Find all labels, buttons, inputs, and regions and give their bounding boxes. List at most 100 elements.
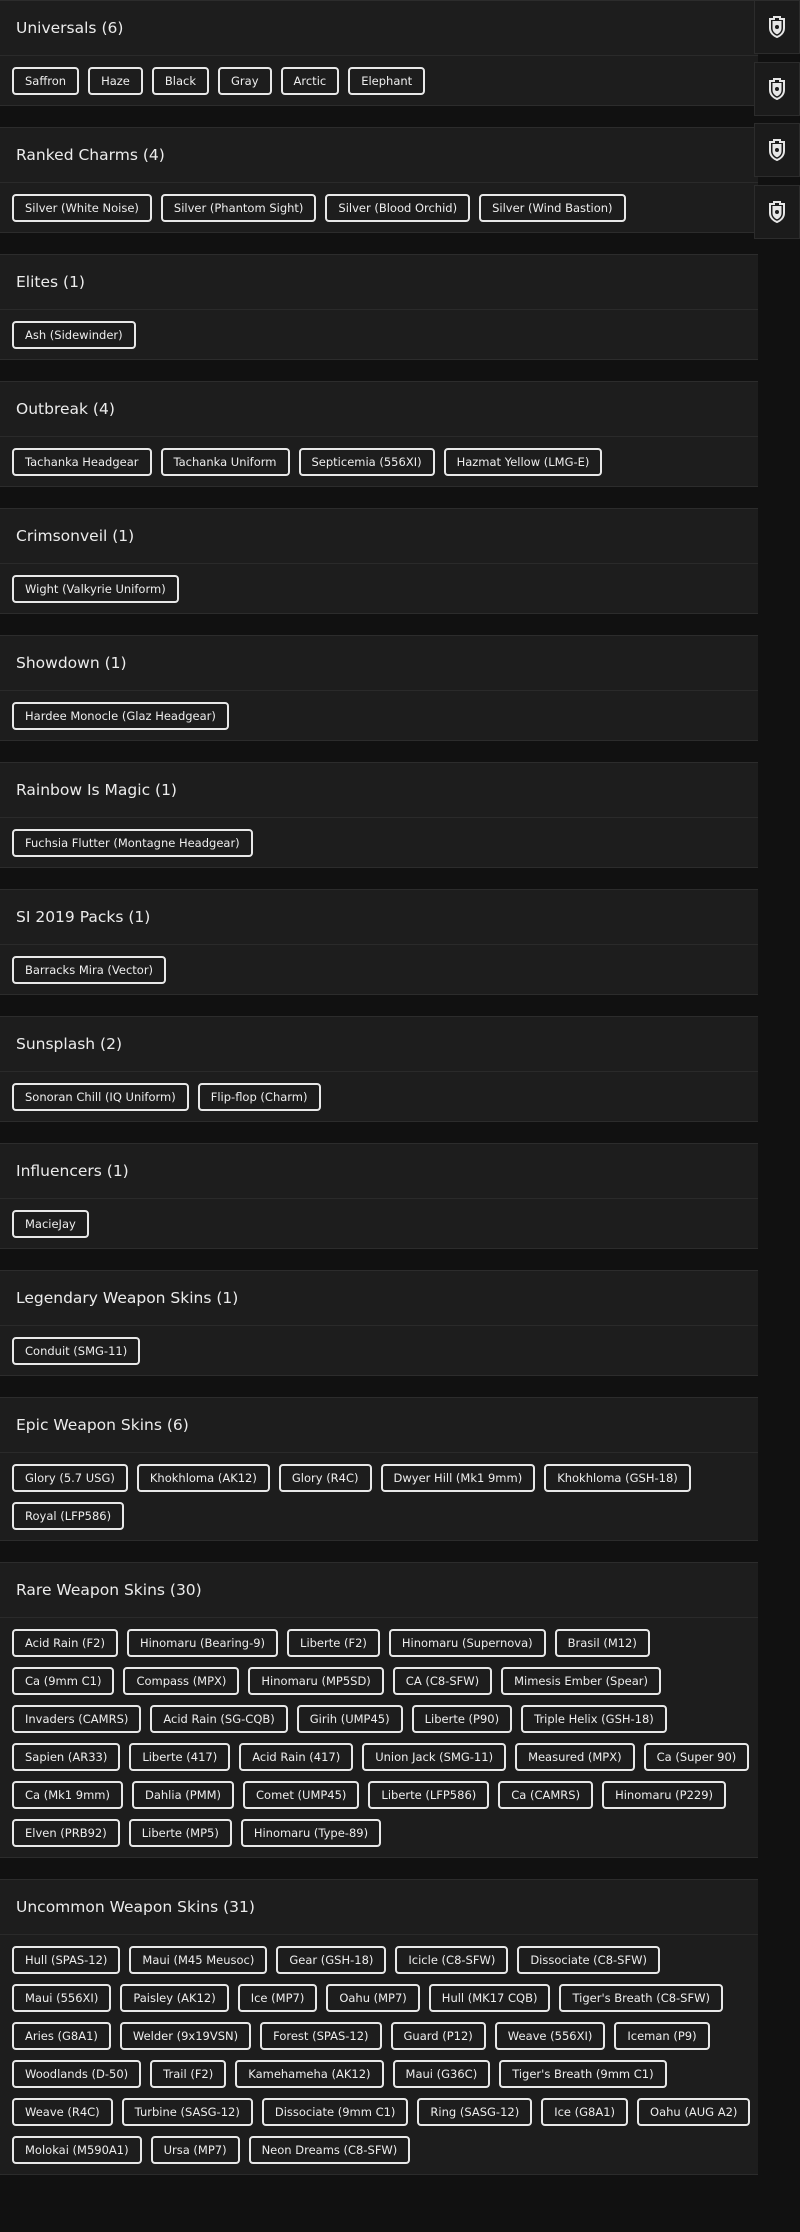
item-chip[interactable]: Turbine (SASG-12): [121, 2098, 253, 2126]
side-badge-button[interactable]: [754, 0, 800, 54]
item-chip[interactable]: Hinomaru (P229): [602, 1781, 727, 1809]
item-chip[interactable]: Royal (LFP586): [12, 1502, 125, 1530]
item-chip[interactable]: Khokhloma (AK12): [136, 1464, 270, 1492]
item-chip[interactable]: Tiger's Breath (C8-SFW): [559, 1984, 723, 2012]
item-chip[interactable]: Hull (SPAS-12): [12, 1946, 121, 1974]
item-chip[interactable]: Black: [151, 67, 210, 95]
collection-section: Universals (6) Saffron Haze Black Gray Arctic…: [0, 0, 758, 106]
item-chip-list: Sonoran Chill (IQ Uniform) Flip-flop (Cha…: [0, 1072, 758, 1121]
item-chip[interactable]: Neon Dreams (C8-SFW): [248, 2136, 411, 2164]
item-chip[interactable]: Silver (Blood Orchid): [325, 194, 471, 222]
item-chip[interactable]: Hazmat Yellow (LMG-E): [443, 448, 603, 476]
item-chip[interactable]: Icicle (C8-SFW): [395, 1946, 509, 1974]
item-chip[interactable]: Ca (CAMRS): [498, 1781, 594, 1809]
item-chip[interactable]: Flip-flop (Charm): [197, 1083, 321, 1111]
item-chip[interactable]: Ca (Mk1 9mm): [12, 1781, 123, 1809]
item-chip[interactable]: Barracks Mira (Vector): [12, 956, 167, 984]
item-chip[interactable]: Acid Rain (417): [239, 1743, 354, 1771]
item-chip[interactable]: Liberte (LFP586): [368, 1781, 490, 1809]
item-chip[interactable]: Liberte (MP5): [128, 1819, 232, 1847]
item-chip[interactable]: Gear (GSH-18): [276, 1946, 387, 1974]
item-chip[interactable]: Compass (MPX): [123, 1667, 240, 1695]
item-chip-list: Tachanka Headgear Tachanka Uniform Septice…: [0, 437, 758, 486]
item-chip[interactable]: Ring (SASG-12): [417, 2098, 533, 2126]
item-chip[interactable]: Oahu (AUG A2): [637, 2098, 751, 2126]
item-chip[interactable]: Union Jack (SMG-11): [362, 1743, 507, 1771]
item-chip[interactable]: Gray: [218, 67, 272, 95]
item-chip[interactable]: Khokhloma (GSH-18): [544, 1464, 691, 1492]
item-chip[interactable]: Molokai (M590A1): [12, 2136, 142, 2164]
item-chip[interactable]: Hinomaru (Bearing-9): [126, 1629, 279, 1657]
item-chip[interactable]: Ursa (MP7): [150, 2136, 240, 2164]
item-chip[interactable]: Liberte (P90): [411, 1705, 513, 1733]
item-chip[interactable]: Maui (G36C): [392, 2060, 491, 2088]
item-chip[interactable]: Brasil (M12): [554, 1629, 650, 1657]
item-chip[interactable]: Comet (UMP45): [243, 1781, 360, 1809]
item-chip[interactable]: Glory (R4C): [278, 1464, 372, 1492]
item-chip[interactable]: Mimesis Ember (Spear): [501, 1667, 661, 1695]
item-chip[interactable]: Ash (Sidewinder): [12, 321, 136, 349]
item-chip[interactable]: Weave (R4C): [12, 2098, 113, 2126]
item-chip[interactable]: Guard (P12): [390, 2022, 486, 2050]
item-chip[interactable]: Ca (Super 90): [643, 1743, 750, 1771]
item-chip[interactable]: Kamehameha (AK12): [235, 2060, 384, 2088]
item-chip[interactable]: Haze: [88, 67, 143, 95]
item-chip[interactable]: Iceman (P9): [614, 2022, 710, 2050]
item-chip[interactable]: Hinomaru (Supernova): [388, 1629, 546, 1657]
item-chip[interactable]: Measured (MPX): [515, 1743, 635, 1771]
item-chip[interactable]: Weave (556XI): [494, 2022, 606, 2050]
item-chip[interactable]: CA (C8-SFW): [392, 1667, 493, 1695]
item-chip[interactable]: Paisley (AK12): [120, 1984, 229, 2012]
item-chip[interactable]: Aries (G8A1): [12, 2022, 111, 2050]
item-chip[interactable]: Dissociate (9mm C1): [261, 2098, 409, 2126]
item-chip[interactable]: Saffron: [12, 67, 80, 95]
collection-section: Epic Weapon Skins (6) Glory (5.7 USG) Khok…: [0, 1397, 758, 1541]
side-badge-button[interactable]: [754, 123, 800, 177]
item-chip[interactable]: Girih (UMP45): [296, 1705, 403, 1733]
item-chip[interactable]: Dissociate (C8-SFW): [517, 1946, 660, 1974]
item-chip[interactable]: Tachanka Headgear: [12, 448, 152, 476]
item-chip[interactable]: Oahu (MP7): [326, 1984, 420, 2012]
item-chip[interactable]: Ice (MP7): [237, 1984, 318, 2012]
item-chip[interactable]: Silver (Wind Bastion): [479, 194, 626, 222]
item-chip[interactable]: Glory (5.7 USG): [12, 1464, 128, 1492]
item-chip[interactable]: Ca (9mm C1): [12, 1667, 115, 1695]
item-chip[interactable]: Wight (Valkyrie Uniform): [12, 575, 179, 603]
item-chip[interactable]: Elephant: [348, 67, 426, 95]
item-chip[interactable]: Hull (MK17 CQB): [428, 1984, 551, 2012]
item-chip[interactable]: Sapien (AR33): [12, 1743, 121, 1771]
item-chip[interactable]: MacieJay: [12, 1210, 89, 1238]
item-chip[interactable]: Acid Rain (F2): [12, 1629, 118, 1657]
item-chip[interactable]: Dwyer Hill (Mk1 9mm): [380, 1464, 536, 1492]
item-chip[interactable]: Dahlia (PMM): [131, 1781, 235, 1809]
item-chip[interactable]: Septicemia (556XI): [298, 448, 435, 476]
item-chip[interactable]: Conduit (SMG-11): [12, 1337, 141, 1365]
item-chip[interactable]: Ice (G8A1): [541, 2098, 629, 2126]
item-chip[interactable]: Invaders (CAMRS): [12, 1705, 142, 1733]
item-chip[interactable]: Welder (9x19VSN): [119, 2022, 252, 2050]
item-chip[interactable]: Liberte (417): [129, 1743, 231, 1771]
item-chip[interactable]: Hinomaru (MP5SD): [248, 1667, 384, 1695]
side-badge-button[interactable]: [754, 185, 800, 239]
item-chip[interactable]: Liberte (F2): [287, 1629, 380, 1657]
item-chip[interactable]: Arctic: [280, 67, 340, 95]
item-chip[interactable]: Triple Helix (GSH-18): [521, 1705, 667, 1733]
item-chip[interactable]: Forest (SPAS-12): [260, 2022, 382, 2050]
item-chip[interactable]: Maui (M45 Meusoc): [129, 1946, 268, 1974]
item-chip[interactable]: Sonoran Chill (IQ Uniform): [12, 1083, 189, 1111]
item-chip[interactable]: Silver (Phantom Sight): [160, 194, 317, 222]
item-chip[interactable]: Hardee Monocle (Glaz Headgear): [12, 702, 229, 730]
item-chip[interactable]: Maui (556XI): [12, 1984, 112, 2012]
item-chip-list: Glory (5.7 USG) Khokhloma (AK12) Glory (R4…: [0, 1453, 758, 1540]
shield-badge-icon: [769, 201, 785, 224]
item-chip[interactable]: Tiger's Breath (9mm C1): [499, 2060, 667, 2088]
side-badge-button[interactable]: [754, 62, 800, 116]
item-chip[interactable]: Fuchsia Flutter (Montagne Headgear): [12, 829, 253, 857]
item-chip[interactable]: Woodlands (D-50): [12, 2060, 142, 2088]
item-chip[interactable]: Trail (F2): [150, 2060, 227, 2088]
item-chip[interactable]: Silver (White Noise): [12, 194, 152, 222]
item-chip[interactable]: Hinomaru (Type-89): [240, 1819, 382, 1847]
item-chip[interactable]: Tachanka Uniform: [160, 448, 290, 476]
item-chip[interactable]: Acid Rain (SG-CQB): [150, 1705, 288, 1733]
item-chip[interactable]: Elven (PRB92): [12, 1819, 120, 1847]
